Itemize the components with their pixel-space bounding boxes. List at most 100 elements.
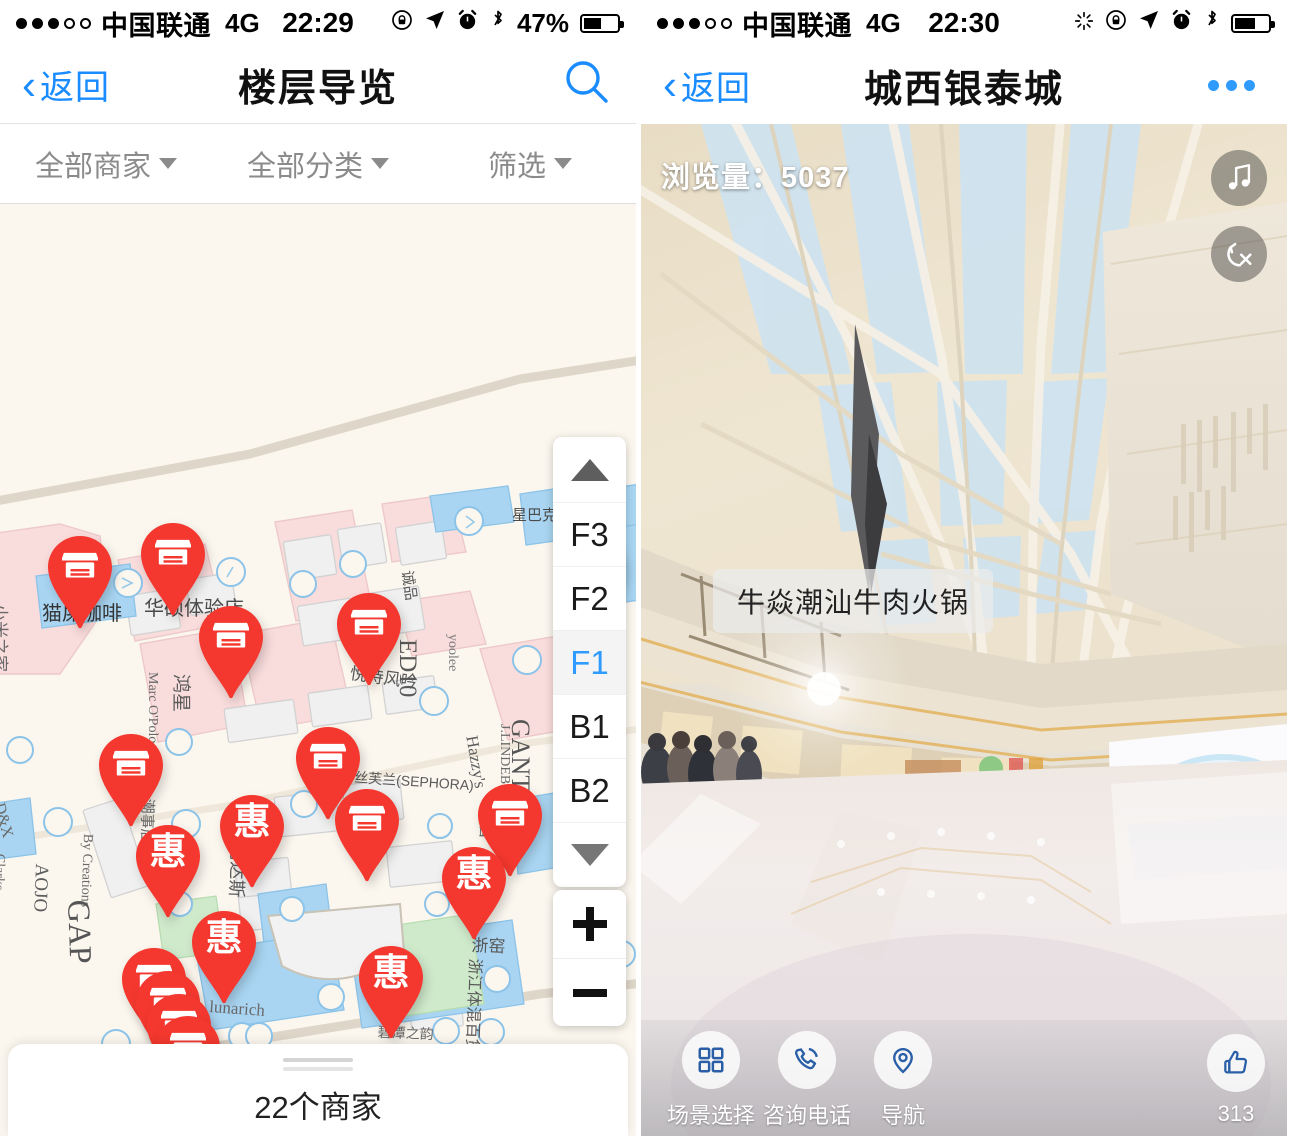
left-status-bar: 中国联通 4G 22:29 47% (0, 0, 636, 46)
panorama-viewer[interactable]: 浏览量：5037 牛焱潮汕牛肉火锅 场景选择 咨询电话 导航 313 (641, 124, 1287, 1136)
triangle-up-icon (570, 458, 609, 481)
map-zoom-controls[interactable] (553, 890, 626, 1026)
carrier-name: 中国联通 (101, 10, 211, 41)
merchant-count-label: 22个商家 (254, 1090, 382, 1125)
right-nav-bar: ‹ 返回 城西银泰城 (641, 46, 1287, 124)
storefront-icon (349, 804, 385, 832)
map-pin-promo[interactable]: 惠 (355, 944, 427, 1040)
map-pin-icon (874, 1030, 932, 1089)
merchant-count-sheet[interactable]: 22个商家 (8, 1044, 628, 1136)
filter-all-merchants[interactable]: 全部商家 (0, 143, 212, 185)
right-status-bar: 中国联通 4G 22:30 (641, 0, 1287, 46)
left-nav-bar: ‹ 返回 楼层导览 (0, 46, 636, 124)
map-pin-shop[interactable] (44, 534, 116, 630)
map-pin-promo[interactable]: 惠 (216, 793, 288, 889)
floor-item-F2[interactable]: F2 (553, 566, 626, 630)
filter-refine[interactable]: 筛选 (424, 143, 636, 185)
status-right-icons: 47% (390, 7, 624, 39)
hotspot-dot-icon[interactable] (807, 672, 841, 706)
grid-icon (682, 1030, 740, 1089)
right-screen-panorama: 中国联通 4G 22:30 ‹ 返回 城西银泰城 浏览量：5037 牛焱潮汕牛肉… (641, 0, 1287, 1136)
filter-label: 全部商家 (34, 150, 151, 183)
navigate-label: 导航 (880, 1102, 925, 1128)
floor-map[interactable]: 猫屎咖啡华硕体验店小米之家星巴克二店特斯拉悦诗风吟诚品Marc O'Polo鸿星… (0, 204, 636, 1054)
storefront-icon (213, 621, 249, 649)
storefront-icon (310, 742, 346, 770)
map-pin-promo[interactable]: 惠 (132, 823, 204, 919)
storefront-icon (113, 749, 149, 777)
storefront-icon (351, 608, 387, 636)
map-pin-promo[interactable]: 惠 (438, 845, 510, 941)
battery-percent: 47% (516, 7, 569, 38)
map-pin-shop[interactable] (95, 732, 167, 828)
chevron-down-icon (554, 158, 572, 169)
navigate-button[interactable]: 导航 (855, 1030, 951, 1130)
view-count-label: 浏览量：5037 (661, 162, 850, 194)
back-label: 返回 (681, 69, 751, 108)
bluetooth-icon (1202, 8, 1222, 39)
alarm-clock-icon (1170, 8, 1193, 39)
storefront-icon (155, 538, 191, 566)
left-screen-floor-guide: 中国联通 4G 22:29 47% ‹ 返回 楼层导览 全部商家 全部分类 筛选… (0, 0, 641, 1136)
lock-rotation-icon (1104, 8, 1128, 39)
floor-down-button[interactable] (553, 822, 626, 887)
floor-selector[interactable]: F3 F2 F1 B1 B2 (553, 437, 626, 887)
filter-bar: 全部商家 全部分类 筛选 (0, 124, 636, 204)
chevron-left-icon: ‹ (22, 60, 36, 108)
carrier-name: 中国联通 (742, 10, 852, 41)
zoom-in-button[interactable] (553, 890, 626, 958)
like-button[interactable]: 313 (1207, 1033, 1265, 1127)
network-type: 4G (225, 7, 260, 38)
panorama-toolbar: 场景选择 咨询电话 导航 313 (641, 1020, 1287, 1136)
filter-all-categories[interactable]: 全部分类 (212, 143, 424, 185)
storefront-icon (492, 799, 528, 827)
like-count: 313 (1217, 1100, 1255, 1126)
map-pin-shop[interactable] (331, 787, 403, 883)
bluetooth-icon (488, 8, 508, 39)
chevron-left-icon: ‹ (663, 61, 677, 108)
battery-icon (580, 13, 624, 33)
alarm-clock-icon (456, 8, 479, 39)
back-button[interactable]: ‹ 返回 (663, 61, 751, 110)
map-pin-shop[interactable] (195, 604, 267, 700)
floor-item-F3[interactable]: F3 (553, 502, 626, 566)
call-button[interactable]: 咨询电话 (759, 1030, 855, 1130)
sheet-grabber-secondary (283, 1067, 353, 1071)
location-arrow-icon (1137, 8, 1161, 39)
thumbs-up-icon (1207, 1033, 1265, 1092)
scene-select-label: 场景选择 (666, 1102, 755, 1128)
nav-right-actions (560, 55, 614, 114)
status-right-icons (1073, 8, 1275, 39)
map-pin-shop[interactable] (333, 591, 405, 687)
sheet-grabber[interactable] (283, 1058, 353, 1062)
zoom-out-button[interactable] (553, 958, 626, 1026)
filter-label: 全部分类 (246, 150, 363, 183)
chevron-down-icon (371, 158, 389, 169)
search-icon[interactable] (560, 55, 614, 114)
hotspot-store-label[interactable]: 牛焱潮汕牛肉火锅 (713, 569, 994, 633)
more-dots-icon[interactable] (1198, 70, 1265, 101)
triangle-down-icon (570, 844, 609, 866)
floor-up-button[interactable] (553, 437, 626, 502)
back-button[interactable]: ‹ 返回 (22, 60, 110, 109)
signal-dots-icon (657, 17, 732, 29)
battery-icon (1231, 13, 1275, 33)
chevron-down-icon (159, 158, 177, 169)
spinner-icon (1073, 8, 1095, 39)
lock-rotation-icon (390, 8, 414, 39)
map-pin-shop[interactable] (137, 521, 209, 617)
back-label: 返回 (40, 69, 110, 107)
phone-icon (778, 1030, 836, 1089)
location-arrow-icon (423, 8, 447, 39)
minus-icon (572, 976, 607, 1010)
floor-item-F1[interactable]: F1 (553, 630, 626, 694)
floor-item-B2[interactable]: B2 (553, 758, 626, 822)
scene-select-button[interactable]: 场景选择 (663, 1030, 759, 1130)
floor-item-B1[interactable]: B1 (553, 694, 626, 758)
call-label: 咨询电话 (762, 1102, 851, 1128)
signal-dots-icon (16, 17, 91, 29)
music-note-icon[interactable] (1211, 150, 1267, 206)
auto-rotate-off-icon[interactable] (1211, 226, 1267, 282)
plus-icon (572, 907, 607, 941)
nav-right-actions (1198, 70, 1265, 101)
